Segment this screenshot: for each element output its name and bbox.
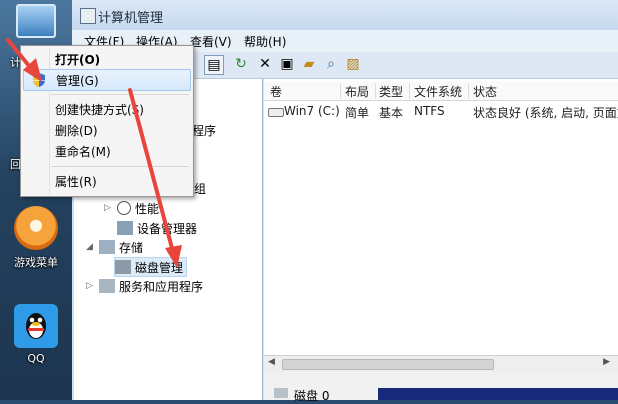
delete-icon[interactable]: ✕ bbox=[256, 55, 274, 73]
menu-item-open[interactable]: 打开(O) bbox=[23, 49, 189, 69]
collapse-arrow-icon[interactable]: ◢ bbox=[86, 242, 96, 252]
open-folder-icon[interactable]: ▰ bbox=[300, 55, 318, 73]
tree-item-partial-2[interactable]: 组 bbox=[194, 179, 206, 197]
row-status: 状态良好 (系统, 启动, 页面文 bbox=[473, 106, 618, 120]
performance-icon bbox=[117, 201, 131, 215]
menu-separator bbox=[51, 94, 189, 95]
disk-partition-bar[interactable] bbox=[378, 388, 618, 400]
menu-item-delete[interactable]: 删除(D) bbox=[23, 120, 189, 140]
row-filesystem: NTFS bbox=[414, 104, 445, 118]
expand-arrow-icon[interactable]: ▷ bbox=[86, 281, 96, 291]
qq-penguin-icon bbox=[14, 304, 58, 348]
horizontal-scrollbar[interactable]: ◀ ▶ bbox=[264, 355, 618, 372]
expand-arrow-icon[interactable]: ▷ bbox=[104, 203, 114, 213]
services-icon bbox=[99, 279, 115, 293]
table-row[interactable]: Win7 (C:) 简单 基本 NTFS 状态良好 (系统, 启动, 页面文 bbox=[264, 103, 618, 121]
tree-item-label: 性能 bbox=[135, 201, 160, 216]
tree-item-label: 组 bbox=[194, 181, 207, 196]
menu-item-create-shortcut[interactable]: 创建快捷方式(S) bbox=[23, 99, 189, 119]
menu-help[interactable]: 帮助(H) bbox=[244, 33, 286, 50]
scroll-right-icon[interactable]: ▶ bbox=[603, 357, 610, 367]
row-volume: Win7 (C:) bbox=[284, 104, 340, 118]
show-hide-tree-icon[interactable]: ▤ bbox=[204, 55, 224, 75]
volume-list: 卷 布局 类型 文件系统 状态 Win7 (C:) 简单 基本 NTFS 状态良… bbox=[264, 79, 618, 371]
menu-item-label: 删除(D) bbox=[55, 123, 98, 138]
computer-desktop-icon[interactable]: 计 bbox=[4, 4, 68, 69]
computer-management-icon bbox=[80, 8, 96, 24]
scroll-left-icon[interactable]: ◀ bbox=[268, 357, 275, 367]
tree-item-label: 程序 bbox=[192, 123, 217, 138]
menu-item-label: 打开(O) bbox=[55, 52, 101, 67]
menu-item-label: 属性(R) bbox=[55, 174, 97, 189]
properties-icon[interactable]: ▣ bbox=[278, 55, 296, 73]
shield-icon bbox=[32, 72, 46, 91]
storage-icon bbox=[99, 240, 115, 254]
menu-view[interactable]: 查看(V) bbox=[190, 33, 232, 50]
column-volume[interactable]: 卷 bbox=[266, 83, 341, 99]
game-menu-desktop-icon[interactable]: 游戏菜单 bbox=[4, 206, 68, 270]
title-bar[interactable]: 计算机管理 bbox=[72, 0, 618, 30]
column-filesystem[interactable]: 文件系统 bbox=[410, 83, 469, 99]
refresh-icon[interactable]: ↻ bbox=[232, 55, 250, 73]
device-manager-icon bbox=[117, 221, 133, 235]
game-menu-label: 游戏菜单 bbox=[14, 256, 58, 269]
context-menu: 打开(O) 管理(G) 创建快捷方式(S) 删除(D) 重命名(M) 属性(R) bbox=[20, 45, 194, 197]
scroll-thumb[interactable] bbox=[282, 359, 494, 370]
computer-icon bbox=[16, 4, 56, 38]
qq-label: QQ bbox=[27, 352, 45, 365]
list-header: 卷 布局 类型 文件系统 状态 bbox=[264, 81, 618, 101]
tree-item-device-manager[interactable]: 设备管理器 bbox=[117, 219, 197, 237]
tree-item-label: 磁盘管理 bbox=[135, 260, 184, 275]
column-status[interactable]: 状态 bbox=[469, 83, 618, 99]
disk-icon bbox=[274, 388, 288, 398]
disk-label: 磁盘 0 bbox=[294, 389, 330, 403]
menu-item-label: 创建快捷方式(S) bbox=[55, 102, 144, 117]
tree-item-disk-management[interactable]: 磁盘管理 bbox=[114, 257, 188, 277]
help-icon[interactable]: ▨ bbox=[344, 55, 362, 73]
tree-item-label: 设备管理器 bbox=[137, 221, 198, 236]
tree-item-label: 服务和应用程序 bbox=[119, 279, 204, 294]
menu-item-rename[interactable]: 重命名(M) bbox=[23, 141, 189, 161]
tree-item-label: 存储 bbox=[119, 240, 144, 255]
qq-desktop-icon[interactable]: QQ bbox=[4, 304, 68, 365]
search-icon[interactable]: ⌕ bbox=[322, 55, 340, 73]
menu-item-properties[interactable]: 属性(R) bbox=[23, 171, 189, 191]
disk-graphical-pane: 磁盘 0 bbox=[264, 372, 618, 403]
game-menu-icon bbox=[14, 206, 58, 250]
column-layout[interactable]: 布局 bbox=[341, 83, 376, 99]
row-type: 基本 bbox=[379, 106, 404, 120]
tree-item-storage[interactable]: ◢ 存储 bbox=[86, 238, 143, 256]
tree-item-partial[interactable]: 程序 bbox=[192, 121, 216, 139]
menu-item-manage[interactable]: 管理(G) bbox=[23, 69, 191, 91]
window-title: 计算机管理 bbox=[98, 11, 164, 26]
menu-item-label: 管理(G) bbox=[56, 73, 99, 88]
tree-item-performance[interactable]: ▷ 性能 bbox=[104, 199, 159, 217]
menu-separator bbox=[51, 166, 189, 167]
column-type[interactable]: 类型 bbox=[375, 83, 410, 99]
disk-management-icon bbox=[115, 260, 131, 274]
menu-item-label: 重命名(M) bbox=[55, 144, 111, 159]
row-layout: 简单 bbox=[345, 106, 370, 120]
tree-item-services-applications[interactable]: ▷ 服务和应用程序 bbox=[86, 277, 203, 295]
